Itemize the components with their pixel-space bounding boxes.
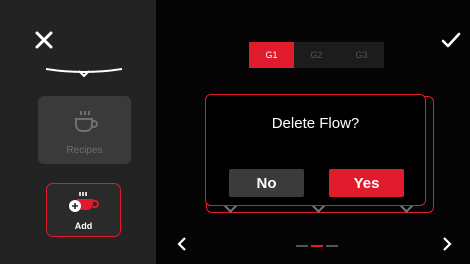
add-label: Add bbox=[74, 221, 93, 231]
page-dot bbox=[296, 245, 308, 247]
page-dot bbox=[326, 245, 338, 247]
dialog-message: Delete Flow? bbox=[271, 115, 360, 132]
recipes-label: Recipes bbox=[66, 145, 103, 156]
sidebar: Recipes Add bbox=[0, 0, 156, 264]
yes-button[interactable]: Yes bbox=[329, 169, 404, 197]
tab-g3[interactable]: G3 bbox=[339, 42, 384, 68]
delete-confirm-dialog: Delete Flow? No Yes bbox=[205, 94, 426, 206]
delete-flow-screen: Recipes Add G1 G2 G3 Delete Flow? No Yes bbox=[0, 0, 470, 264]
page-dot-active bbox=[311, 245, 323, 247]
no-button[interactable]: No bbox=[229, 169, 304, 197]
tab-g2[interactable]: G2 bbox=[294, 42, 339, 68]
tab-g1[interactable]: G1 bbox=[249, 42, 294, 68]
chevron-right-icon[interactable] bbox=[442, 237, 452, 251]
add-cup-icon bbox=[67, 190, 101, 218]
chevron-left-icon[interactable] bbox=[177, 237, 187, 251]
page-indicator bbox=[296, 245, 338, 247]
flow-indicator bbox=[45, 60, 123, 78]
main-panel: G1 G2 G3 Delete Flow? No Yes bbox=[156, 0, 470, 264]
add-button[interactable]: Add bbox=[46, 183, 121, 237]
recipes-button[interactable]: Recipes bbox=[38, 96, 131, 164]
checkmark-icon[interactable] bbox=[441, 31, 461, 49]
cup-icon bbox=[71, 108, 99, 136]
close-icon[interactable] bbox=[33, 29, 55, 51]
group-tabs: G1 G2 G3 bbox=[249, 42, 384, 68]
